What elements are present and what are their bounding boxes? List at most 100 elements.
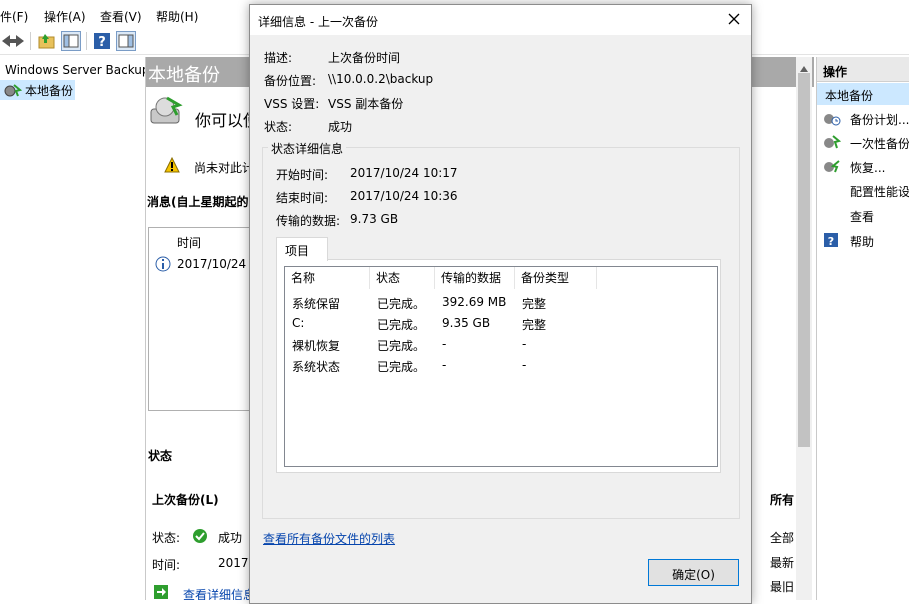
cell-name: C: [292,316,305,330]
action-configure-performance[interactable]: 配置性能设 [817,179,909,201]
message-row-time[interactable]: 2017/10/24 [177,257,246,271]
desc-label: 描述: [264,51,293,65]
menu-action[interactable]: 操作(A) [44,8,86,25]
details-arrow-icon [154,585,168,600]
tab-items[interactable]: 项目 [276,237,328,261]
messages-heading: 消息(自上星期起的 [147,195,249,209]
info-icon [155,256,171,275]
show-hide-action-pane-icon[interactable] [116,31,136,51]
scrollbar-thumb[interactable] [798,73,810,447]
tree-item-local-backup[interactable]: 本地备份 [0,80,75,100]
table-row[interactable]: 裸机恢复 已完成。 - - [285,333,717,354]
menu-file[interactable]: 件(F) [0,8,28,25]
backup-drive-icon [149,95,185,132]
cell-type: - [522,358,527,372]
status-label: 状态: [152,531,181,545]
start-label: 开始时间: [276,168,329,182]
status-value: 成功 [218,531,243,545]
table-row[interactable]: 系统保留 已完成。 392.69 MB 完整 [285,291,717,312]
svg-text:?: ? [98,35,106,50]
start-value: 2017/10/24 10:17 [350,166,458,180]
show-hide-tree-icon[interactable] [61,31,81,51]
cell-name: 裸机恢复 [292,339,341,353]
warning-text: 尚未对此计 [194,161,255,175]
last-backup-heading: 上次备份(L) [152,493,219,507]
toolbar-divider [86,32,87,50]
view-details-link[interactable]: 查看详细信息 [183,586,255,600]
svg-text:?: ? [828,235,834,248]
menu-help[interactable]: 帮助(H) [156,8,198,25]
tree-item-label: 本地备份 [25,84,74,98]
state-label: 状态: [264,120,293,134]
end-value: 2017/10/24 10:36 [350,189,458,203]
local-backup-icon [4,82,23,101]
all-row-1: 全部 [770,531,795,545]
table-row[interactable]: 系统状态 已完成。 - - [285,354,717,375]
cell-type: 完整 [522,297,547,311]
all-row-2: 最新 [770,556,795,570]
view-backup-files-link[interactable]: 查看所有备份文件的列表 [263,530,395,547]
messages-col-time[interactable]: 时间 [177,234,201,251]
one-time-backup-icon [823,134,842,153]
end-label: 结束时间: [276,191,329,205]
details-dialog: 详细信息 - 上一次备份 描述: 上次备份时间 备份位置: \\10.0.0.2… [249,4,752,604]
cell-type: 完整 [522,318,547,332]
cell-status: 已完成。 [377,360,426,374]
action-one-time-backup[interactable]: 一次性备份 [817,131,909,153]
messages-list[interactable]: 时间 2017/10/24 [148,227,250,411]
transferred-value: 9.73 GB [350,212,399,226]
column-header-type[interactable]: 备份类型 [515,267,597,289]
action-backup-schedule[interactable]: 备份计划... [817,107,909,129]
center-scrollbar[interactable] [796,57,812,600]
vss-label: VSS 设置: [264,97,320,111]
cell-name: 系统状态 [292,360,341,374]
state-value: 成功 [328,120,353,134]
warning-icon [164,156,180,176]
status-heading: 状态 [148,449,173,463]
transferred-label: 传输的数据: [276,214,341,228]
actions-title: 操作 [817,57,909,82]
column-header-name[interactable]: 名称 [285,267,370,289]
all-backups-heading: 所有 [770,493,795,507]
time-value: 2017, [218,556,253,570]
actions-pane: 操作 本地备份 备份计划... 一次性备份 恢复... 配置性能设 查看 ? 帮… [816,57,909,600]
navigation-tree: Windows Server Backup 本地备份 [0,57,146,600]
dialog-titlebar[interactable]: 详细信息 - 上一次备份 [250,5,751,35]
cell-data: 392.69 MB [442,295,507,309]
help-icon[interactable]: ? [92,31,112,51]
cell-status: 已完成。 [377,339,426,353]
action-view[interactable]: 查看 [817,204,909,226]
location-label: 备份位置: [264,74,317,88]
location-value: \\10.0.0.2\backup [328,72,434,86]
column-header-status[interactable]: 状态 [370,267,435,289]
menu-view[interactable]: 查看(V) [100,8,142,25]
cell-status: 已完成。 [377,297,426,311]
desc-value: 上次备份时间 [328,51,401,65]
cell-data: 9.35 GB [442,316,491,330]
vss-value: VSS 副本备份 [328,97,404,111]
up-folder-icon[interactable] [37,31,57,51]
toolbar-divider [30,32,31,50]
success-check-icon [192,528,208,547]
help-icon: ? [823,232,839,251]
ok-button[interactable]: 确定(O) [648,559,739,586]
cell-data: - [442,337,447,351]
cell-name: 系统保留 [292,297,341,311]
page-title: 本地备份 [148,65,220,86]
action-recover[interactable]: 恢复... [817,155,909,177]
column-header-data[interactable]: 传输的数据 [435,267,515,289]
dialog-title: 详细信息 - 上一次备份 [258,15,378,29]
recover-icon [823,158,841,177]
backup-schedule-icon [823,110,841,129]
tree-root-item[interactable]: Windows Server Backup [5,63,145,77]
actions-section-local-backup[interactable]: 本地备份 [817,83,909,105]
forward-arrow-icon[interactable] [6,31,26,51]
cell-data: - [442,358,447,372]
table-row[interactable]: C: 已完成。 9.35 GB 完整 [285,312,717,333]
items-list[interactable]: 名称 状态 传输的数据 备份类型 系统保留 已完成。 392.69 MB 完整 … [284,266,718,467]
status-details-heading: 状态详细信息 [268,140,347,157]
cell-status: 已完成。 [377,318,426,332]
time-label: 时间: [152,558,181,572]
close-icon[interactable] [727,12,741,29]
action-help[interactable]: ? 帮助 [817,229,909,251]
